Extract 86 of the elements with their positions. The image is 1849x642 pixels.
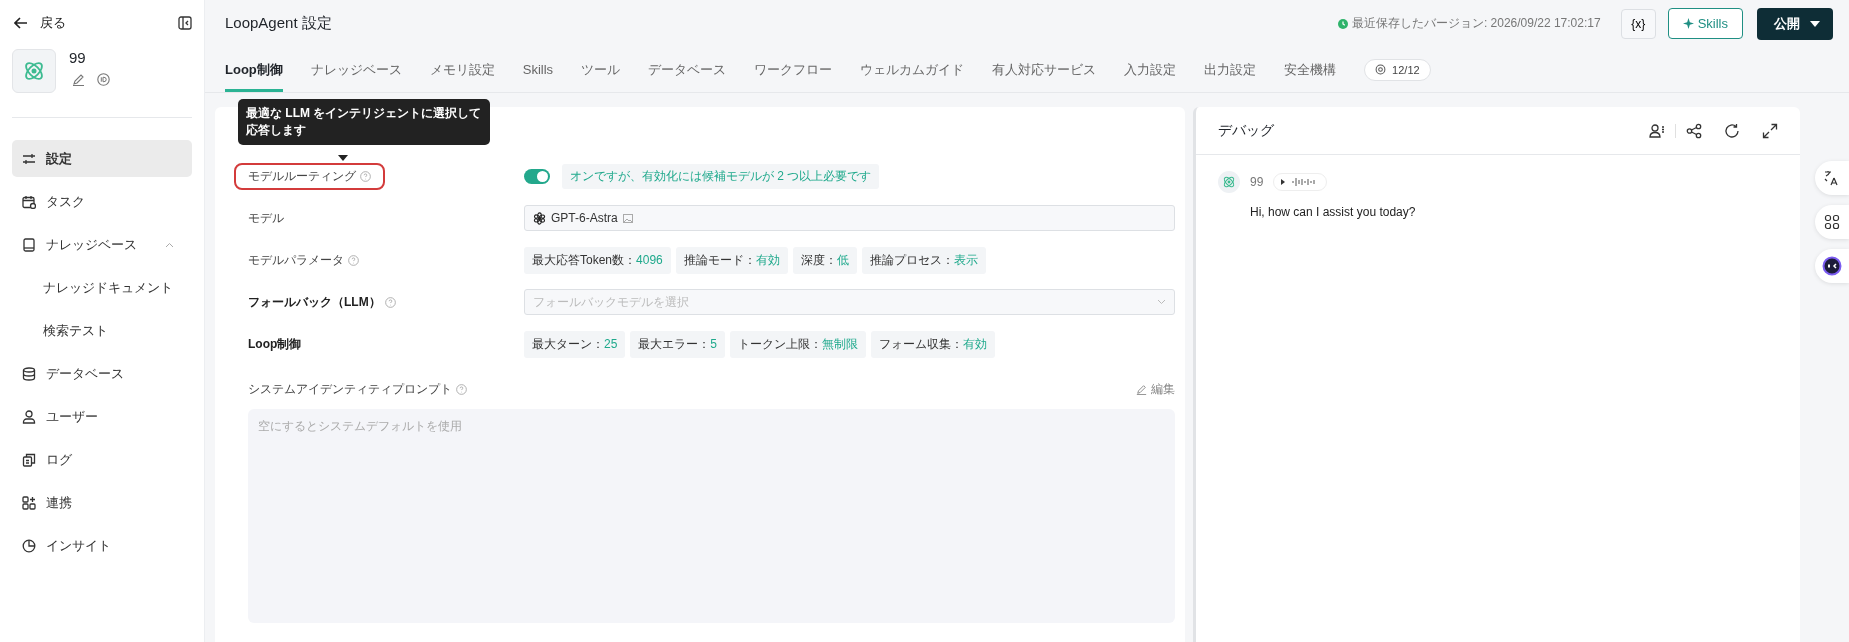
refresh-icon[interactable] xyxy=(1724,122,1740,139)
tab[interactable]: Skills xyxy=(522,47,554,92)
tooltip: 最適な LLM をインテリジェントに選択して応答します xyxy=(238,98,490,145)
expand-icon[interactable] xyxy=(1762,122,1778,139)
bot-avatar xyxy=(1218,171,1240,193)
publish-button[interactable]: 公開 xyxy=(1757,7,1833,40)
apps-icon xyxy=(1824,214,1840,230)
variables-button[interactable]: {x} xyxy=(1620,8,1656,39)
id-icon[interactable] xyxy=(97,73,110,86)
parameter-tag: 最大エラー：5 xyxy=(630,330,726,358)
share-icon[interactable] xyxy=(1686,122,1702,139)
tab[interactable]: 入力設定 xyxy=(1124,47,1177,92)
nav-item[interactable]: 連携 xyxy=(12,484,192,521)
back-arrow-icon xyxy=(14,17,28,29)
parameter-tag: 深度：低 xyxy=(792,246,857,274)
book-icon xyxy=(22,237,36,252)
calendar-icon xyxy=(22,194,36,209)
parameter-tag: 最大ターン：25 xyxy=(524,330,626,358)
model-logo-icon xyxy=(533,211,546,225)
tab-count-badge[interactable]: 12/12 xyxy=(1364,58,1431,81)
edit-icon[interactable] xyxy=(72,73,85,86)
setting-label: モデルパラメータ xyxy=(234,246,373,274)
debug-title: デバッグ xyxy=(1218,121,1274,140)
tab[interactable]: ツール xyxy=(581,47,621,92)
prompt-input[interactable]: 空にするとシステムデフォルトを使用 xyxy=(248,409,1175,623)
nav-item[interactable]: ユーザー xyxy=(12,398,192,435)
nav-subitem[interactable]: ナレッジドキュメント xyxy=(12,269,192,306)
toggle-switch[interactable] xyxy=(524,168,550,184)
nav-item[interactable]: 設定 xyxy=(12,140,192,177)
robot-face-icon xyxy=(1822,256,1842,276)
parameter-tag: 最大応答Token数：4096 xyxy=(524,246,671,274)
tab[interactable]: Loop制御 xyxy=(225,47,283,92)
tooltip-pointer-icon xyxy=(338,154,348,161)
skills-button[interactable]: Skills xyxy=(1667,8,1743,39)
chat-message: Hi, how can I assist you today? xyxy=(1250,205,1417,219)
toggle-note: オンですが、有効化には候補モデルが 2 つ以上必要です xyxy=(562,163,880,189)
agent-avatar xyxy=(12,49,56,93)
copy-icon xyxy=(22,452,36,467)
tab[interactable]: 有人対応サービス xyxy=(992,47,1097,92)
image-icon xyxy=(622,213,633,223)
model-select[interactable]: GPT-6-Astra xyxy=(524,205,1175,231)
sparkle-icon xyxy=(1682,18,1694,29)
parameter-tag: 推論モード：有効 xyxy=(675,246,788,274)
nav-subitem[interactable]: 検索テスト xyxy=(12,312,192,349)
tab[interactable]: ナレッジベース xyxy=(310,47,402,92)
back-link[interactable]: 戻る xyxy=(14,14,66,32)
tab[interactable]: メモリ設定 xyxy=(429,47,495,92)
assistant-button[interactable] xyxy=(1815,249,1849,283)
edit-button[interactable]: 編集 xyxy=(1136,381,1175,398)
edit-icon xyxy=(1136,384,1147,395)
nav-item[interactable]: インサイト xyxy=(12,527,192,564)
tab[interactable]: データベース xyxy=(648,47,727,92)
agent-name: 99 xyxy=(69,49,87,66)
sender-name: 99 xyxy=(1250,175,1264,189)
setting-label: Loop制御 xyxy=(247,335,303,353)
setting-label: モデルルーティング xyxy=(234,162,385,190)
database-icon xyxy=(22,366,36,381)
translate-button[interactable] xyxy=(1815,161,1849,195)
tab[interactable]: 安全機構 xyxy=(1284,47,1337,92)
saved-version-text: 最近保存したバージョン: 2026/09/22 17:02:17 xyxy=(1351,15,1601,32)
tab[interactable]: ワークフロー xyxy=(754,47,833,92)
nav-item[interactable]: データベース xyxy=(12,355,192,392)
prompt-label: システムアイデンティティプロンプト xyxy=(234,376,481,403)
apps-button[interactable] xyxy=(1815,205,1849,239)
page-title: LoopAgent 設定 xyxy=(225,14,332,33)
sliders-icon xyxy=(22,151,36,166)
pie-icon xyxy=(22,538,36,553)
parameter-tag: フォーム収集：有効 xyxy=(871,330,996,358)
caret-icon xyxy=(1810,20,1820,27)
setting-label: モデル xyxy=(247,209,285,227)
user-icon xyxy=(22,409,36,424)
nav-item[interactable]: ナレッジベース xyxy=(12,226,192,263)
tab[interactable]: ウェルカムガイド xyxy=(860,47,965,92)
parameter-tag: トークン上限：無制限 xyxy=(730,330,867,358)
nav-item[interactable]: タスク xyxy=(12,183,192,220)
setting-label: フォールバック（LLM） xyxy=(234,288,410,316)
nav-item[interactable]: ログ xyxy=(12,441,192,478)
chevron-down-icon xyxy=(1157,299,1166,305)
gear-icon xyxy=(1375,64,1387,75)
tab[interactable]: 出力設定 xyxy=(1204,47,1257,92)
user-settings-icon[interactable] xyxy=(1649,122,1665,139)
collapse-sidebar-icon[interactable] xyxy=(178,16,192,30)
clock-icon xyxy=(1337,18,1348,29)
parameter-tag: 推論プロセス：表示 xyxy=(861,246,986,274)
translate-icon xyxy=(1824,170,1840,186)
apps-icon xyxy=(22,495,36,510)
